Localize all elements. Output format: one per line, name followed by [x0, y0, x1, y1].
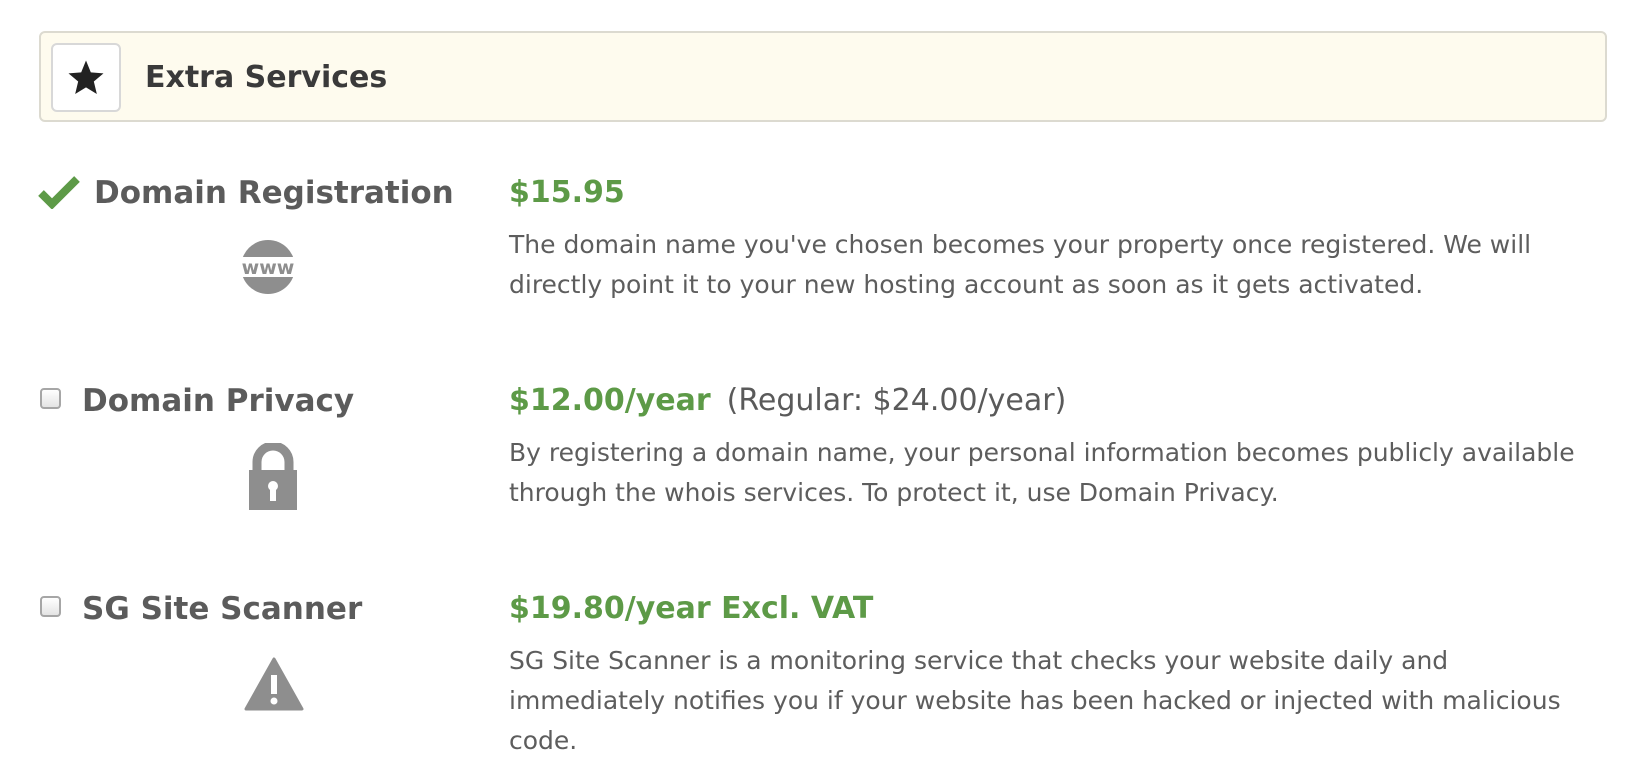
service-description: By registering a domain name, your perso…	[509, 438, 1575, 507]
price-line: $15.95	[509, 175, 625, 215]
checkmark-icon[interactable]	[38, 175, 80, 209]
section-title: Extra Services	[145, 60, 388, 95]
domain-privacy-checkbox[interactable]	[40, 388, 61, 409]
service-description: The domain name you've chosen becomes yo…	[509, 230, 1532, 299]
service-price: $15.95	[509, 175, 625, 210]
lock-icon	[249, 443, 297, 510]
regular-price: (Regular: $24.00/year)	[726, 383, 1067, 418]
service-name: Domain Registration	[94, 175, 454, 211]
star-icon-box	[51, 43, 121, 112]
sg-site-scanner-checkbox[interactable]	[40, 596, 61, 617]
service-sg-site-scanner: SG Site Scanner $19.80/year Excl. VAT SG…	[0, 591, 1627, 769]
service-price: $12.00/year	[509, 383, 711, 418]
service-price: $19.80/year Excl. VAT	[509, 591, 874, 626]
price-line: $12.00/year (Regular: $24.00/year)	[509, 383, 1066, 423]
svg-text:www: www	[242, 257, 295, 279]
service-name: SG Site Scanner	[82, 591, 363, 627]
warning-icon	[244, 657, 304, 711]
www-globe-icon: www	[238, 240, 298, 294]
star-icon	[68, 60, 104, 94]
service-domain-privacy: Domain Privacy $12.00/year (Regular: $24.…	[0, 383, 1627, 563]
service-description: SG Site Scanner is a monitoring service …	[509, 646, 1561, 755]
price-line: $19.80/year Excl. VAT	[509, 591, 873, 631]
service-name: Domain Privacy	[82, 383, 355, 419]
extra-services-header: Extra Services	[39, 31, 1607, 122]
service-domain-registration: Domain Registration www $15.95 The domai…	[0, 175, 1627, 355]
